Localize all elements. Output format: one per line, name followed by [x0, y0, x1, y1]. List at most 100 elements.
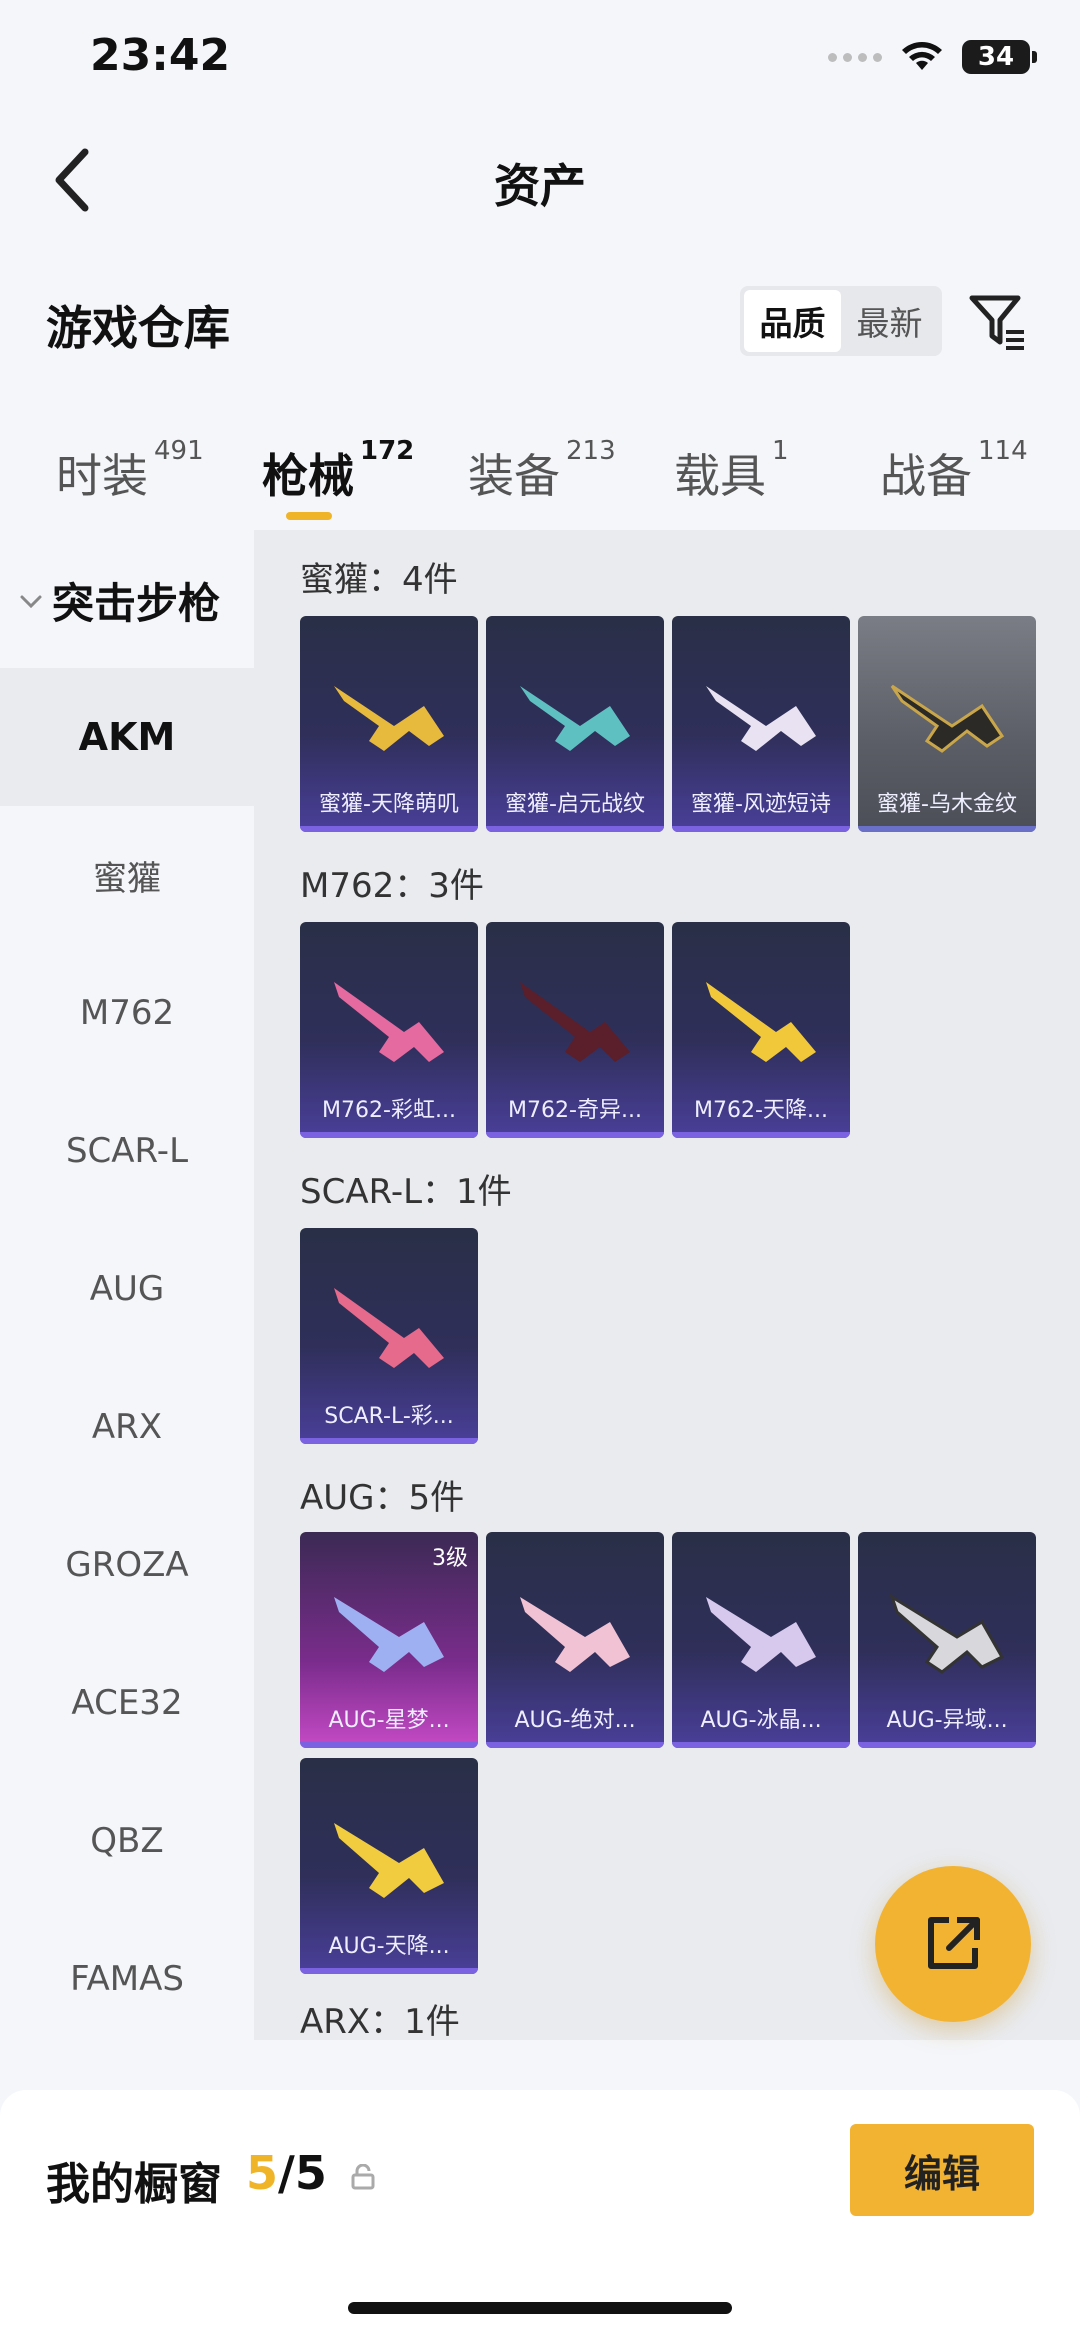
weapon-card[interactable]: SCAR-L-彩...: [300, 1228, 478, 1444]
card-label: SCAR-L-彩...: [324, 1404, 454, 1429]
group-label: 蜜獾：4件: [300, 560, 458, 600]
card-label: 蜜獾-天降萌叽: [319, 792, 459, 817]
tab-label: 装备: [468, 449, 560, 503]
weapon-sidebar: 突击步枪 AKM 蜜獾 M762 SCAR-L AUG ARX GROZA AC…: [0, 530, 254, 2050]
sidebar-item-m762[interactable]: M762: [0, 944, 254, 1082]
section-row: 游戏仓库 品质 最新: [0, 270, 1080, 380]
tab-fashion[interactable]: 时装 491: [56, 436, 204, 506]
rifle-icon: [520, 982, 630, 1062]
status-icons: 34: [828, 40, 1037, 74]
nav-header: 资产: [0, 120, 1080, 240]
rifle-icon: [890, 684, 1005, 753]
chevron-down-icon: [20, 595, 42, 608]
showcase-used: 5: [246, 2146, 279, 2200]
home-indicator: [348, 2302, 732, 2314]
lock-icon: [351, 2164, 375, 2190]
weapon-card[interactable]: AUG-冰晶...: [672, 1532, 850, 1748]
weapon-card[interactable]: 蜜獾-风迹短诗: [672, 616, 850, 832]
rifle-icon: [706, 686, 816, 751]
sidebar-item-arx[interactable]: ARX: [0, 1358, 254, 1496]
rifle-icon: [334, 1288, 444, 1368]
card-label: 蜜獾-乌木金纹: [877, 792, 1017, 817]
rifle-icon: [334, 1597, 444, 1672]
tab-count: 491: [154, 436, 204, 466]
tab-label: 时装: [56, 449, 148, 503]
rifle-icon: [520, 686, 630, 751]
weapon-card[interactable]: 蜜獾-天降萌叽: [300, 616, 478, 832]
sidebar-item-akm[interactable]: AKM: [0, 668, 254, 806]
tab-vehicles[interactable]: 载具 1: [674, 436, 789, 506]
sidebar-item-ace32[interactable]: ACE32: [0, 1634, 254, 1772]
group-label: AUG：5件: [300, 1478, 465, 1518]
tab-count: 172: [360, 436, 415, 466]
rifle-icon: [706, 982, 816, 1062]
sort-option-quality[interactable]: 品质: [744, 290, 841, 352]
tab-count: 114: [978, 436, 1028, 466]
card-label: AUG-绝对...: [514, 1708, 636, 1733]
card-label: 蜜獾-风迹短诗: [691, 792, 831, 817]
rifle-icon: [889, 1593, 1005, 1674]
rifle-icon: [520, 1597, 630, 1672]
weapon-card[interactable]: 3级 AUG-星梦...: [300, 1532, 478, 1748]
card-label: 蜜獾-启元战纹: [505, 792, 645, 817]
weapon-card[interactable]: M762-天降...: [672, 922, 850, 1138]
tab-label: 战备: [880, 449, 972, 503]
filter-icon: [969, 295, 1024, 350]
category-header[interactable]: 突击步枪: [18, 570, 220, 631]
external-link-icon: [928, 1917, 980, 1969]
weapon-card[interactable]: M762-奇异...: [486, 922, 664, 1138]
sidebar-item-groza[interactable]: GROZA: [0, 1496, 254, 1634]
page-title: 资产: [494, 159, 586, 213]
tab-count: 1: [772, 436, 789, 466]
sort-toggle: 品质 最新: [740, 286, 942, 356]
group-label: SCAR-L：1件: [300, 1172, 512, 1212]
signal-icon: [828, 52, 882, 62]
edit-button[interactable]: 编辑: [850, 2124, 1034, 2216]
sidebar-item-qbz[interactable]: QBZ: [0, 1772, 254, 1910]
card-label: M762-奇异...: [508, 1098, 642, 1123]
share-button[interactable]: [875, 1866, 1031, 2022]
card-label: AUG-异域...: [886, 1708, 1008, 1733]
status-time: 23:42: [90, 30, 231, 81]
tab-count: 213: [566, 436, 616, 466]
weapon-card[interactable]: AUG-绝对...: [486, 1532, 664, 1748]
sidebar-item-scar-l[interactable]: SCAR-L: [0, 1082, 254, 1220]
weapon-card[interactable]: AUG-异域...: [858, 1532, 1036, 1748]
weapon-grid: 蜜獾：4件 蜜獾-天降萌叽 蜜獾-启元战纹 蜜獾-风迹短诗 蜜獾-乌木金纹 M7…: [254, 530, 1080, 2040]
tab-supplies[interactable]: 战备 114: [880, 436, 1028, 506]
rifle-icon: [334, 686, 444, 751]
tab-equipment[interactable]: 装备 213: [468, 436, 616, 506]
battery-icon: 34: [962, 40, 1037, 74]
weapon-card[interactable]: 蜜獾-乌木金纹: [858, 616, 1036, 832]
sidebar-item-honey-badger[interactable]: 蜜獾: [0, 806, 254, 944]
showcase-count: 5/5: [246, 2146, 327, 2200]
sort-option-newest[interactable]: 最新: [841, 290, 938, 352]
active-tab-indicator: [286, 512, 332, 520]
card-label: AUG-冰晶...: [700, 1708, 822, 1733]
showcase-total: /5: [278, 2146, 327, 2200]
group-label: M762：3件: [300, 866, 484, 906]
status-bar: 23:42 34: [0, 0, 1080, 120]
weapon-card[interactable]: AUG-天降...: [300, 1758, 478, 1974]
tab-firearms[interactable]: 枪械 172: [262, 436, 414, 506]
weapon-card[interactable]: M762-彩虹...: [300, 922, 478, 1138]
card-label: M762-彩虹...: [322, 1098, 456, 1123]
rifle-icon: [334, 982, 444, 1062]
tab-label: 载具: [674, 449, 766, 503]
card-label: AUG-星梦...: [328, 1708, 450, 1733]
rifle-icon: [706, 1597, 816, 1672]
sidebar-item-famas[interactable]: FAMAS: [0, 1910, 254, 2048]
section-title: 游戏仓库: [46, 301, 230, 355]
group-label: ARX：1件: [300, 2002, 460, 2040]
category-label: 突击步枪: [52, 579, 221, 628]
showcase-title: 我的橱窗: [46, 2159, 222, 2210]
card-label: M762-天降...: [694, 1098, 828, 1123]
rifle-icon: [334, 1823, 444, 1898]
sidebar-item-aug[interactable]: AUG: [0, 1220, 254, 1358]
tab-label: 枪械: [262, 449, 354, 503]
filter-button[interactable]: [966, 290, 1030, 354]
weapon-card[interactable]: 蜜獾-启元战纹: [486, 616, 664, 832]
card-label: AUG-天降...: [328, 1934, 450, 1959]
wifi-icon: [902, 42, 942, 70]
category-tabs: 时装 491 枪械 172 装备 213 载具 1 战备 114: [0, 420, 1080, 530]
